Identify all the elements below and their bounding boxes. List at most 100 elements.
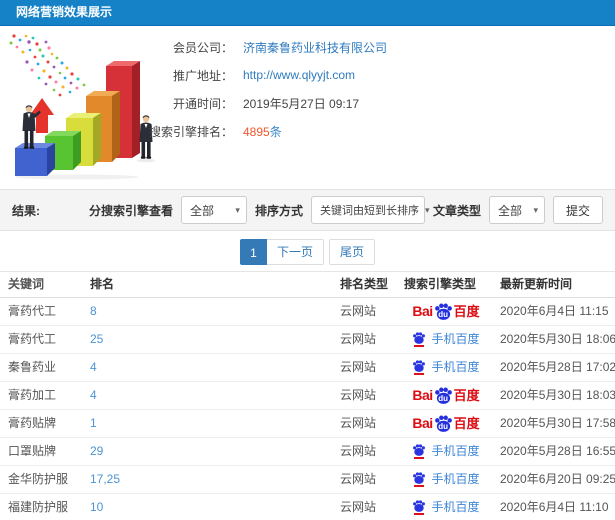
member-company-label: 会员公司： [172,40,233,55]
rank-link[interactable]: 17,25 [90,466,210,493]
baidu-logo: Bai du 百度 [412,410,480,437]
updated-cell: 2020年6月4日 11:10 [500,500,609,514]
baidu-logo-text: Bai [412,303,433,319]
engine-filter-label: 分搜索引擎查看 [88,203,173,218]
baidu-paw-icon: du [434,415,453,432]
open-time-value: 2019年5月27日 09:17 [243,96,360,111]
rank-link[interactable]: 25 [90,326,210,353]
table-row: 膏药加工 4 云网站 Baidu百度 手机百度 2020年5月30日 18:03 [0,382,615,410]
keyword-cell: 膏药代工 [8,332,57,346]
rank-link[interactable]: 1 [90,410,210,437]
filter-controls: 分搜索引擎查看 全部 ▾ 排序方式 关键词由短到长排序 ▾ 文章类型 全部 ▾ … [89,196,603,224]
sort-value: 关键词由短到长排序 [319,205,419,217]
rank-link[interactable]: 10 [90,494,210,520]
rank-type-cell: 云网站 [340,500,377,514]
keyword-cell: 膏药代工 [8,304,57,318]
engine-rank-row: 搜索引擎排名： 4895条 [58,117,598,145]
article-type-value: 全部 [497,203,522,218]
keyword-cell: 膏药加工 [8,388,57,402]
filter-bar: 结果: 分搜索引擎查看 全部 ▾ 排序方式 关键词由短到长排序 ▾ 文章类型 全… [0,189,615,231]
pagination: 1 下一页 尾页 [0,239,615,265]
engine-rank-label: 搜索引擎排名： [148,124,233,139]
rank-type-cell: 云网站 [340,444,377,458]
col-rank: 排名 [90,277,115,291]
mobile-baidu-label: 手机百度 [431,472,480,486]
marketing-report-page: 网络营销效果展示 会员公司： 济南秦鲁药业科技有限公司 推广地址： http:/… [0,0,615,520]
mobile-baidu-logo: 手机百度 [412,494,480,520]
page-title: 网络营销效果展示 [16,5,113,19]
baidu-logo-text: Bai [412,387,433,403]
table-header-row: 关键词 排名 排名类型 搜索引擎类型 最新更新时间 [0,272,615,298]
table-row: 秦鲁药业 4 云网站 Baidu百度 手机百度 2020年5月28日 17:02 [0,354,615,382]
table-row: 膏药代工 25 云网站 Baidu百度 手机百度 2020年5月30日 18:0… [0,326,615,354]
article-type-select[interactable]: 全部 ▾ [488,196,545,224]
baidu-logo-cn: 百度 [453,416,480,431]
col-keyword: 关键词 [8,277,45,291]
mobile-baidu-label: 手机百度 [431,500,480,514]
baidu-paw-icon: du [434,387,453,404]
rank-link[interactable]: 4 [90,382,210,409]
member-company-link[interactable]: 济南秦鲁药业科技有限公司 [243,39,387,56]
sort-select[interactable]: 关键词由短到长排序 ▾ [310,196,430,224]
col-rank-type: 排名类型 [340,277,389,291]
mobile-baidu-logo: 手机百度 [412,438,480,465]
last-page-button[interactable]: 尾页 [329,239,376,265]
baidu-logo-text: Bai [412,415,433,431]
engine-filter-select[interactable]: 全部 ▾ [180,196,247,224]
rank-type-cell: 云网站 [340,304,377,318]
search-engine-cell: Baidu百度 手机百度 [400,298,492,325]
mobile-baidu-label: 手机百度 [431,444,480,458]
mobile-baidu-paw-icon [412,500,426,515]
col-updated: 最新更新时间 [500,277,573,291]
mobile-baidu-label: 手机百度 [431,332,480,346]
promo-url-label: 推广地址： [172,68,233,83]
updated-cell: 2020年5月30日 17:58 [500,416,615,430]
rank-type-cell: 云网站 [340,416,377,430]
promo-url-link[interactable]: http://www.qlyyjt.com [243,68,355,82]
baidu-paw-icon: du [434,303,453,320]
mobile-baidu-paw-icon [412,360,426,375]
table-row: 膏药贴牌 1 云网站 Baidu百度 手机百度 2020年5月30日 17:58 [0,410,615,438]
table-row: 口罩贴牌 29 云网站 Baidu百度 手机百度 2020年5月28日 16:5… [0,438,615,466]
engine-filter-value: 全部 [189,203,214,218]
table-row: 福建防护服 10 云网站 Baidu百度 手机百度 2020年6月4日 11:1… [0,494,615,520]
updated-cell: 2020年5月28日 17:02 [500,360,615,374]
updated-cell: 2020年5月30日 18:06 [500,332,615,346]
mobile-baidu-logo: 手机百度 [412,354,480,381]
col-engine-type: 搜索引擎类型 [404,277,477,291]
search-engine-cell: Baidu百度 手机百度 [400,354,492,381]
open-time-row: 开通时间： 2019年5月27日 09:17 [58,89,598,117]
article-type-label: 文章类型 [432,203,481,218]
engine-rank-count: 4895 [243,124,270,139]
next-page-button[interactable]: 下一页 [266,239,324,265]
rank-type-cell: 云网站 [340,388,377,402]
promo-url-row: 推广地址： http://www.qlyyjt.com [58,61,598,89]
keyword-cell: 秦鲁药业 [8,360,57,374]
search-engine-cell: Baidu百度 手机百度 [400,410,492,437]
rank-type-cell: 云网站 [340,360,377,374]
submit-button[interactable]: 提交 [552,196,603,224]
chevron-down-icon: ▾ [533,204,538,215]
search-engine-cell: Baidu百度 手机百度 [400,466,492,493]
baidu-logo: Bai du 百度 [412,382,480,409]
table-row: 金华防护服 17,25 云网站 Baidu百度 手机百度 2020年6月20日 … [0,466,615,494]
mobile-baidu-paw-icon [412,472,426,487]
results-table: 关键词 排名 排名类型 搜索引擎类型 最新更新时间 膏药代工 8 云网站 Bai… [0,271,615,520]
updated-cell: 2020年6月20日 09:25 [500,472,615,486]
company-info-panel: 会员公司： 济南秦鲁药业科技有限公司 推广地址： http://www.qlyy… [58,33,598,145]
updated-cell: 2020年6月4日 11:15 [500,304,609,318]
open-time-label: 开通时间： [172,96,233,111]
rank-link[interactable]: 8 [90,298,210,325]
rank-link[interactable]: 29 [90,438,210,465]
rank-link[interactable]: 4 [90,354,210,381]
engine-rank-unit: 条 [269,124,282,139]
sort-label: 排序方式 [254,203,303,218]
search-engine-cell: Baidu百度 手机百度 [400,438,492,465]
baidu-logo: Bai du 百度 [412,298,480,325]
search-engine-cell: Baidu百度 手机百度 [400,382,492,409]
keyword-cell: 膏药贴牌 [8,416,57,430]
search-engine-cell: Baidu百度 手机百度 [400,326,492,353]
chevron-down-icon: ▾ [235,204,240,215]
member-company-row: 会员公司： 济南秦鲁药业科技有限公司 [58,33,598,61]
page-1-button[interactable]: 1 [239,239,267,265]
